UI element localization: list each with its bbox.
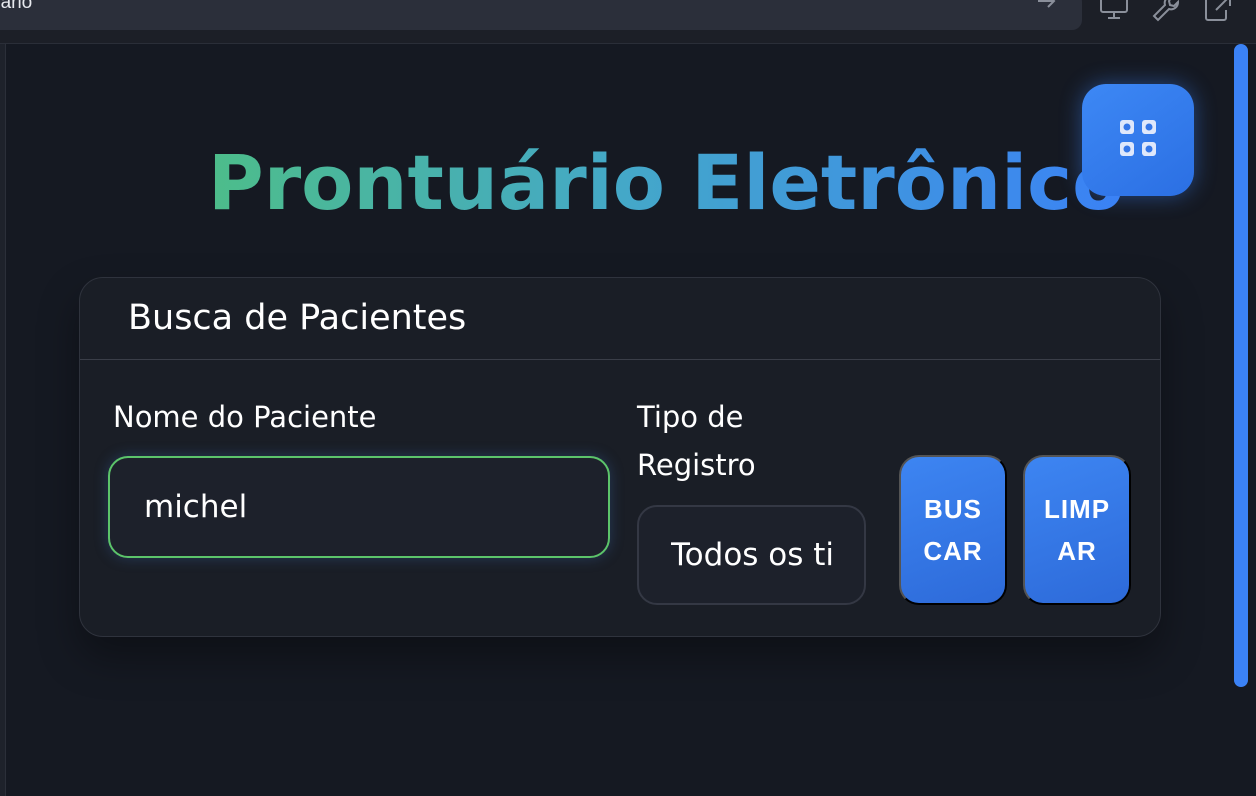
- clear-button[interactable]: LIMPAR: [1023, 455, 1131, 605]
- patient-name-value: michel: [144, 489, 248, 525]
- external-link-icon[interactable]: [1202, 0, 1234, 24]
- apps-menu-button[interactable]: [1082, 84, 1194, 196]
- scrollbar-thumb[interactable]: [1234, 44, 1248, 687]
- card-header: Busca de Pacientes: [80, 278, 1160, 360]
- left-panel-edge: [0, 44, 6, 796]
- browser-toolbar: uario: [0, 0, 1256, 44]
- page-title: Prontuário Eletrônico: [208, 138, 1125, 227]
- patient-search-card: Busca de Pacientes Nome do Paciente mich…: [79, 277, 1161, 637]
- record-type-label: Tipo de Registro: [637, 400, 756, 482]
- monitor-icon[interactable]: [1098, 0, 1130, 24]
- record-type-select[interactable]: Todos os tipos: [637, 505, 866, 605]
- grid-icon: [1116, 116, 1160, 164]
- patient-name-label: Nome do Paciente: [113, 400, 377, 434]
- record-type-selected: Todos os tipos: [671, 537, 833, 573]
- patient-name-input[interactable]: michel: [108, 456, 610, 558]
- address-bar-text: uario: [0, 0, 33, 13]
- search-button[interactable]: BUSCAR: [899, 455, 1007, 605]
- arrow-right-icon[interactable]: [1034, 0, 1060, 12]
- card-title: Busca de Pacientes: [128, 298, 467, 338]
- address-bar[interactable]: uario: [0, 0, 1082, 30]
- wrench-icon[interactable]: [1150, 0, 1182, 24]
